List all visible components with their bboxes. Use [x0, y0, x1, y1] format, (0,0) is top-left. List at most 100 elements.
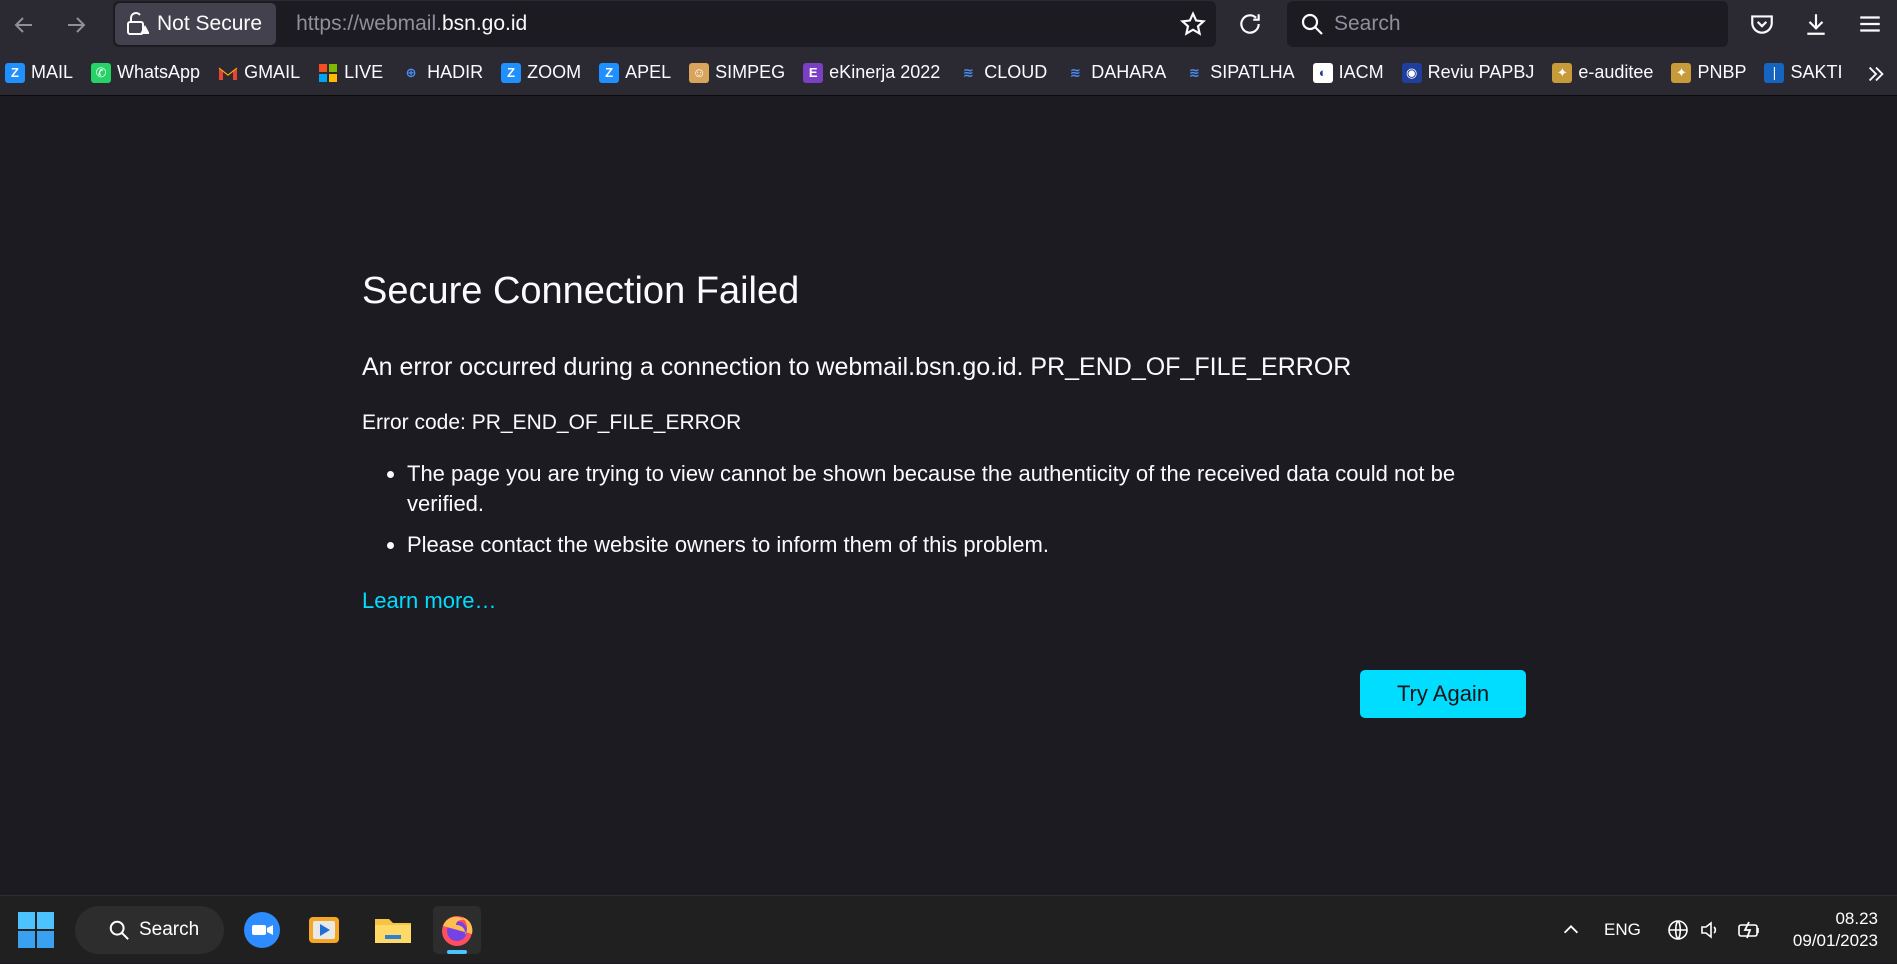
- bookmark-item[interactable]: ✦ e-auditee: [1552, 62, 1653, 83]
- bookmark-label: e-auditee: [1578, 62, 1654, 82]
- system-clock[interactable]: 08.23 09/01/2023: [1793, 908, 1878, 952]
- error-short-description: An error occurred during a connection to…: [362, 353, 1352, 381]
- windows-taskbar: Search ENG 08.23 09/01/2023: [0, 895, 1897, 963]
- arrow-right-icon: [68, 17, 86, 33]
- ekinerja-icon: E: [803, 62, 824, 83]
- bookmark-label: SAKTI: [1790, 62, 1843, 82]
- firefox-app-button[interactable]: [433, 906, 481, 954]
- bookmark-item[interactable]: ⊕ HADIR: [401, 62, 483, 83]
- whatsapp-icon: ✆: [91, 62, 112, 83]
- download-icon[interactable]: [1803, 11, 1829, 37]
- forward-button[interactable]: [52, 0, 100, 50]
- not-secure-indicator[interactable]: Not Secure: [115, 3, 277, 45]
- bookmark-label: WhatsApp: [117, 62, 201, 82]
- broken-lock-icon: [127, 12, 149, 35]
- bookmark-item[interactable]: GMAIL: [218, 62, 300, 83]
- bookmark-label: eKinerja 2022: [829, 62, 941, 82]
- windows-start-icon[interactable]: [18, 912, 54, 948]
- bookmark-label: DAHARA: [1091, 62, 1167, 82]
- bookmark-label: Reviu PAPBJ: [1427, 62, 1535, 82]
- globe-icon: ⊕: [401, 62, 422, 83]
- globe-icon: [1668, 920, 1688, 940]
- iacm-icon: ◐: [1312, 62, 1333, 83]
- bookmark-item[interactable]: Z ZOOM: [501, 62, 581, 83]
- list-item: The page you are trying to view cannot b…: [407, 459, 1532, 519]
- bookmark-item[interactable]: ◐ IACM: [1312, 62, 1384, 83]
- firefox-icon: [442, 916, 473, 946]
- tray-overflow-button[interactable]: [1560, 896, 1582, 964]
- bsn-icon: ≋: [958, 62, 979, 83]
- bookmark-label: APEL: [625, 62, 672, 82]
- bookmark-item[interactable]: ✦ PNBP: [1671, 62, 1746, 83]
- reload-icon[interactable]: [1237, 11, 1263, 37]
- zoom-app-button[interactable]: [238, 906, 286, 954]
- search-icon: [1301, 13, 1323, 35]
- search-bar[interactable]: Search: [1287, 1, 1728, 47]
- zoom-icon: [244, 912, 280, 948]
- bookmark-item[interactable]: ✆ WhatsApp: [91, 62, 200, 83]
- zimbra-icon: Z: [501, 62, 522, 83]
- sakti-icon: ❘: [1764, 62, 1785, 83]
- battery-button[interactable]: [1737, 896, 1763, 964]
- network-status-button[interactable]: [1666, 896, 1690, 964]
- bookmark-item[interactable]: ≋ SIPATLHA: [1184, 62, 1295, 83]
- hamburger-menu-icon[interactable]: [1857, 11, 1883, 37]
- microsoft-icon: [318, 63, 338, 83]
- bookmark-label: SIPATLHA: [1210, 62, 1295, 82]
- file-explorer-app-button[interactable]: [369, 906, 417, 954]
- bookmark-item[interactable]: ◉ Reviu PAPBJ: [1401, 62, 1535, 83]
- bookmark-item[interactable]: ≋ CLOUD: [958, 62, 1047, 83]
- chevron-up-icon: [1563, 925, 1579, 934]
- bookmark-label: MAIL: [31, 62, 74, 82]
- zimbra-icon: Z: [599, 62, 620, 83]
- media-player-app-button[interactable]: [300, 906, 348, 954]
- bookmark-item[interactable]: EeKinerja 2022: [803, 62, 940, 83]
- pocket-icon[interactable]: [1749, 11, 1775, 37]
- gmail-icon: [218, 63, 238, 83]
- bsn-icon: ≋: [1065, 62, 1086, 83]
- bsn-icon: ≋: [1184, 62, 1205, 83]
- url-domain: bsn.go.id: [441, 12, 528, 35]
- bookmark-item[interactable]: ❘ SAKTI: [1764, 62, 1842, 83]
- battery-charging-icon: [1738, 921, 1759, 939]
- bookmark-item[interactable]: LIVE: [318, 62, 383, 83]
- url-prefix: https://webmail.: [296, 12, 442, 35]
- error-details-list: The page you are trying to view cannot b…: [362, 459, 1532, 571]
- bookmarks-toolbar: Z MAIL ✆ WhatsApp GMAIL LIVE ⊕ HADIR Z ZOOM Z APEL ☺…: [0, 50, 1897, 96]
- bookmark-item[interactable]: ≋ DAHARA: [1065, 62, 1166, 83]
- taskbar-search-button[interactable]: Search: [75, 906, 224, 954]
- clock-date: 09/01/2023: [1792, 931, 1878, 950]
- learn-more-link[interactable]: Learn more…: [362, 588, 497, 614]
- clock-time: 08.23: [1835, 909, 1878, 928]
- not-secure-label: Not Secure: [157, 12, 263, 35]
- media-player-icon: [309, 917, 339, 943]
- bookmark-item[interactable]: Z MAIL: [5, 62, 73, 83]
- url-text[interactable]: https://webmail.bsn.go.id: [296, 12, 527, 36]
- zimbra-icon: Z: [5, 62, 25, 83]
- page-title: Secure Connection Failed: [362, 270, 800, 312]
- bookmark-item[interactable]: Z APEL: [599, 62, 671, 83]
- bookmark-item[interactable]: ☺ SIMPEG: [689, 62, 785, 83]
- volume-button[interactable]: [1698, 896, 1722, 964]
- speaker-icon: [1701, 921, 1717, 939]
- error-page: Secure Connection Failed An error occurr…: [0, 97, 1897, 895]
- url-bar[interactable]: Not Secure https://webmail.bsn.go.id: [113, 1, 1216, 47]
- bookmark-label: IACM: [1338, 62, 1384, 82]
- papbj-icon: ◉: [1401, 62, 1422, 83]
- emblem-icon: ✦: [1552, 62, 1573, 83]
- chevron-double-right-icon[interactable]: [1865, 63, 1887, 85]
- bookmark-label: LIVE: [344, 62, 384, 82]
- list-item: Please contact the website owners to inf…: [407, 530, 1532, 560]
- bookmark-label: GMAIL: [244, 62, 301, 82]
- bookmark-label: CLOUD: [984, 62, 1048, 82]
- try-again-button[interactable]: Try Again: [1360, 670, 1526, 718]
- browser-toolbar: Not Secure https://webmail.bsn.go.id Sea…: [0, 0, 1897, 50]
- folder-icon: [375, 919, 411, 943]
- language-indicator[interactable]: ENG: [1604, 896, 1641, 964]
- search-placeholder: Search: [1334, 12, 1401, 35]
- bookmark-label: HADIR: [427, 62, 484, 82]
- emblem-icon: ✦: [1671, 62, 1692, 83]
- bookmark-label: PNBP: [1697, 62, 1747, 82]
- back-button[interactable]: [0, 0, 48, 50]
- bookmark-star-icon[interactable]: [1180, 11, 1206, 37]
